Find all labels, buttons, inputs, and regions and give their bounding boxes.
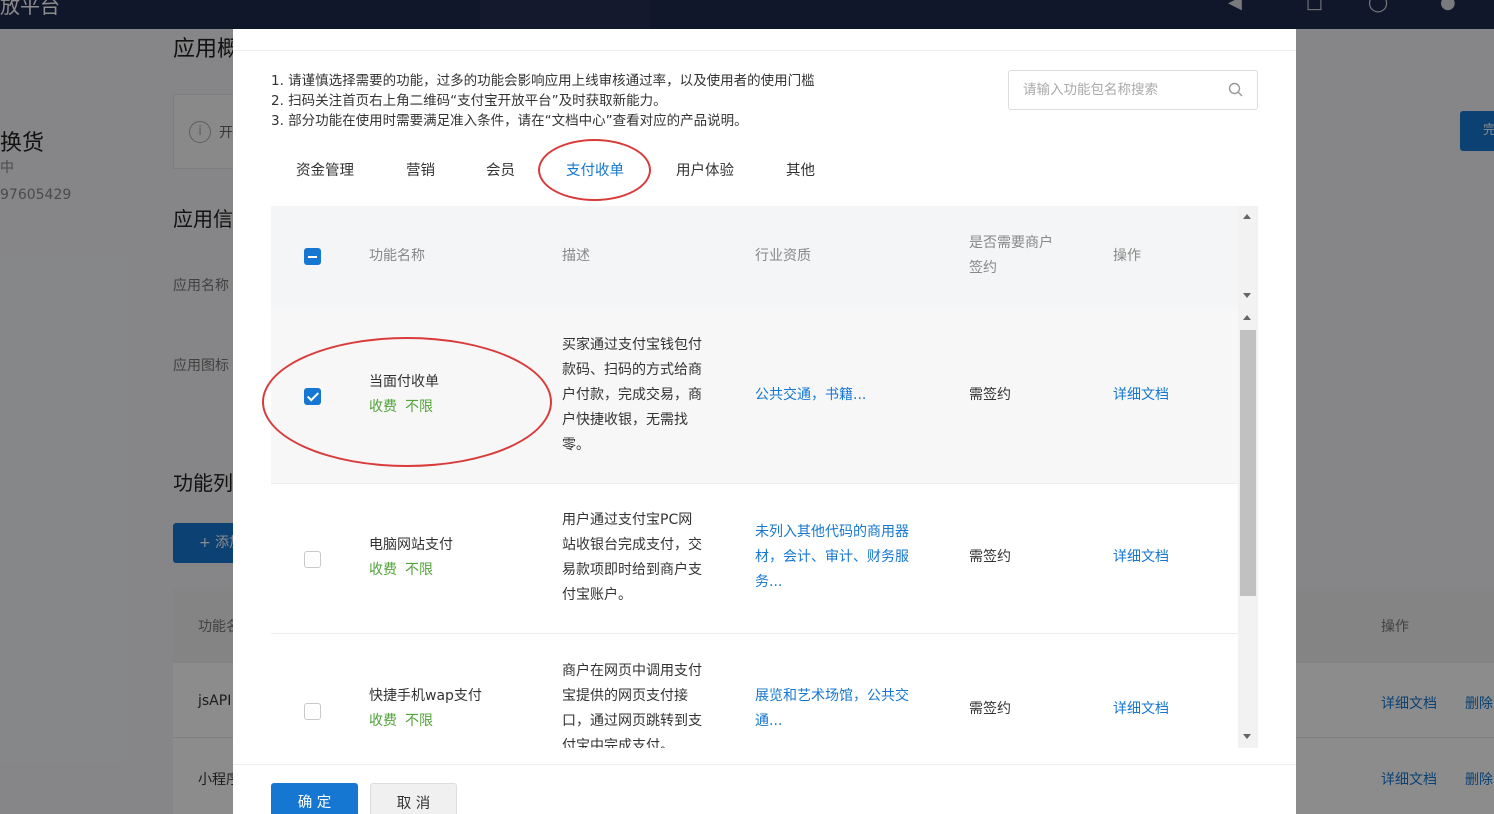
- header-qualification: 行业资质: [755, 248, 811, 264]
- qualification-cell[interactable]: 未列入其他代码的商用器 材，会计、审计、财务服 务...: [755, 520, 925, 595]
- add-function-modal: 1. 请谨慎选择需要的功能，过多的功能会影响应用上线审核通过率，以及使用者的使用…: [233, 29, 1296, 814]
- limit-tag: 不限: [405, 562, 433, 578]
- body-scrollbar[interactable]: [1238, 308, 1258, 748]
- row-checkbox[interactable]: [304, 551, 321, 568]
- fee-tag: 收费: [369, 562, 397, 578]
- function-tags: 收费 不限: [369, 558, 453, 583]
- description-cell: 用户通过支付宝PC网 站收银台完成支付，交 易款项即时给到商户支 付宝账户。: [562, 508, 714, 608]
- desc-line: 零。: [562, 437, 590, 453]
- function-package-table: 功能名称 描述 行业资质 是否需要商户 签约 操作 当面付收单 收费 不限 买家通: [271, 206, 1258, 748]
- tab-membership[interactable]: 会员: [486, 159, 515, 180]
- fee-tag: 收费: [369, 713, 397, 729]
- desc-line: 用户通过支付宝PC网: [562, 512, 693, 528]
- function-search: [1008, 70, 1258, 110]
- scroll-down-arrow[interactable]: [1243, 293, 1251, 298]
- row-highlight-annotation: [262, 337, 552, 467]
- desc-line: 易款项即时给到商户支: [562, 562, 702, 578]
- qualification-line[interactable]: 未列入其他代码的商用器: [755, 520, 925, 545]
- tab-user-experience[interactable]: 用户体验: [676, 159, 734, 180]
- note-line: 2. 扫码关注首页右上角二维码“支付宝开放平台”及时获取新能力。: [271, 93, 667, 109]
- search-icon[interactable]: [1227, 81, 1245, 99]
- tab-marketing[interactable]: 营销: [406, 159, 435, 180]
- scroll-up-arrow[interactable]: [1243, 214, 1251, 219]
- doc-link[interactable]: 详细文档: [1113, 545, 1169, 570]
- table-row[interactable]: 快捷手机wap支付 收费 不限 商户在网页中调用支付 宝提供的网页支付接 口，通过…: [271, 634, 1238, 748]
- signing-cell: 需签约: [969, 701, 1011, 717]
- desc-line: 口，通过网页跳转到支: [562, 713, 702, 729]
- desc-line: 户快捷收银，无需找: [562, 412, 688, 428]
- desc-line: 付宝中完成支付。: [562, 738, 674, 748]
- select-all-checkbox[interactable]: [304, 248, 321, 265]
- signing-cell: 需签约: [969, 387, 1011, 403]
- modal-notes: 1. 请谨慎选择需要的功能，过多的功能会影响应用上线审核通过率，以及使用者的使用…: [271, 71, 815, 131]
- limit-tag: 不限: [405, 713, 433, 729]
- function-tags: 收费 不限: [369, 709, 482, 734]
- header-signing: 是否需要商户 签约: [969, 231, 1053, 281]
- function-name-cell: 快捷手机wap支付 收费 不限: [369, 684, 482, 734]
- function-name: 快捷手机wap支付: [369, 688, 482, 704]
- tab-fund-management[interactable]: 资金管理: [296, 159, 354, 180]
- description-cell: 买家通过支付宝钱包付 款码、扫码的方式给商 户付款，完成交易，商 户快捷收银，无…: [562, 333, 714, 458]
- desc-line: 款码、扫码的方式给商: [562, 362, 702, 378]
- qualification-line[interactable]: 材，会计、审计、财务服: [755, 545, 925, 570]
- note-line: 3. 部分功能在使用时需要满足准入条件，请在“文档中心”查看对应的产品说明。: [271, 113, 748, 129]
- desc-line: 宝提供的网页支付接: [562, 688, 688, 704]
- header-action: 操作: [1113, 248, 1141, 264]
- cancel-button[interactable]: 取 消: [370, 783, 457, 814]
- note-line: 1. 请谨慎选择需要的功能，过多的功能会影响应用上线审核通过率，以及使用者的使用…: [271, 73, 815, 89]
- doc-link[interactable]: 详细文档: [1113, 697, 1169, 722]
- qualification-cell[interactable]: 展览和艺术场馆，公共交 通...: [755, 684, 925, 734]
- header-signing-line1: 是否需要商户: [969, 235, 1053, 251]
- row-checkbox[interactable]: [304, 703, 321, 720]
- qualification-line[interactable]: 展览和艺术场馆，公共交: [755, 684, 925, 709]
- header-signing-line2: 签约: [969, 260, 997, 276]
- confirm-button[interactable]: 确 定: [271, 783, 358, 814]
- search-input[interactable]: [1023, 80, 1223, 100]
- modal-footer-divider: [233, 764, 1296, 765]
- signing-cell: 需签约: [969, 549, 1011, 565]
- qualification-line[interactable]: 公共交通，书籍...: [755, 383, 925, 408]
- scroll-thumb[interactable]: [1240, 330, 1256, 596]
- qualification-line[interactable]: 通...: [755, 709, 925, 734]
- table-header: 功能名称 描述 行业资质 是否需要商户 签约 操作: [271, 206, 1238, 308]
- header-function-name: 功能名称: [369, 248, 425, 264]
- table-row[interactable]: 电脑网站支付 收费 不限 用户通过支付宝PC网 站收银台完成支付，交 易款项即时给…: [271, 484, 1238, 634]
- doc-link[interactable]: 详细文档: [1113, 383, 1169, 408]
- desc-line: 站收银台完成支付，交: [562, 537, 702, 553]
- scroll-down-arrow[interactable]: [1243, 734, 1251, 739]
- desc-line: 付宝账户。: [562, 587, 632, 603]
- qualification-cell[interactable]: 公共交通，书籍...: [755, 383, 925, 408]
- desc-line: 商户在网页中调用支付: [562, 663, 702, 679]
- category-tabs: 资金管理 营销 会员 支付收单 用户体验 其他: [271, 159, 1258, 199]
- modal-header-divider: [233, 50, 1296, 51]
- function-name-cell: 电脑网站支付 收费 不限: [369, 533, 453, 583]
- function-name: 电脑网站支付: [369, 537, 453, 553]
- qualification-line[interactable]: 务...: [755, 570, 925, 595]
- tab-highlight-annotation: [538, 139, 651, 201]
- tab-other[interactable]: 其他: [786, 159, 815, 180]
- header-description: 描述: [562, 248, 590, 264]
- scroll-up-arrow[interactable]: [1243, 315, 1251, 320]
- description-cell: 商户在网页中调用支付 宝提供的网页支付接 口，通过网页跳转到支 付宝中完成支付。: [562, 659, 714, 748]
- desc-line: 户付款，完成交易，商: [562, 387, 702, 403]
- header-scrollbar[interactable]: [1238, 206, 1258, 308]
- desc-line: 买家通过支付宝钱包付: [562, 337, 702, 353]
